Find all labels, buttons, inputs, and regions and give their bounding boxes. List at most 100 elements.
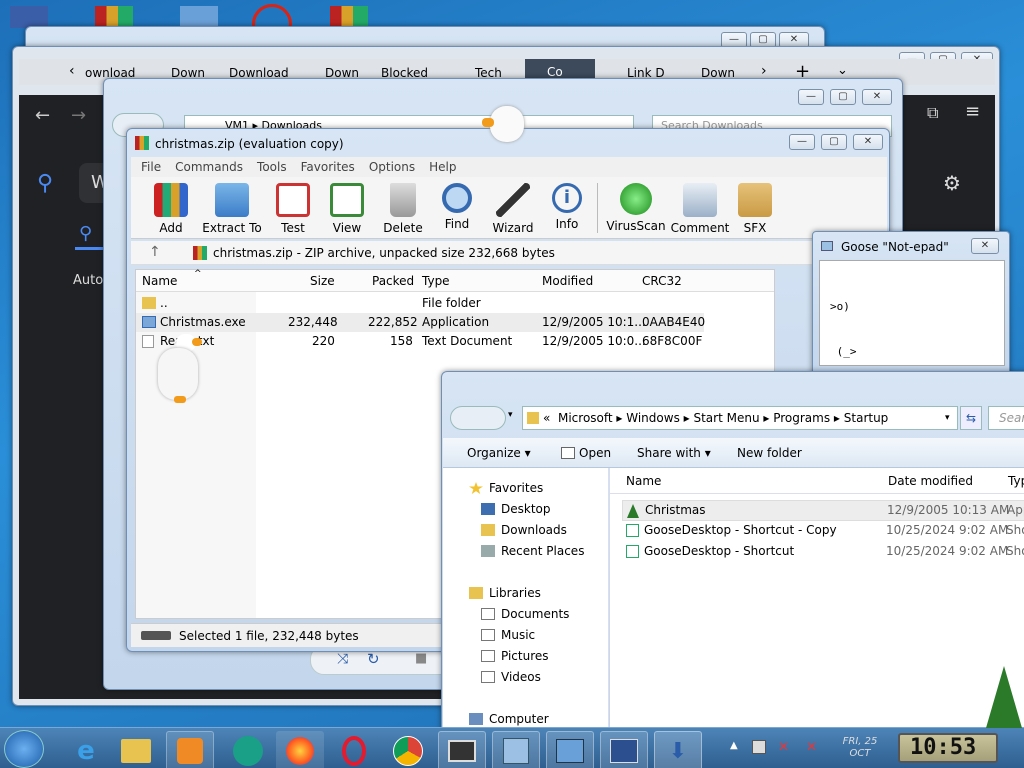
nav-downloads[interactable]: Downloads (481, 520, 567, 541)
search-icon[interactable]: ⚲ (37, 171, 53, 196)
tray-volume-muted-icon[interactable]: ✕ (778, 740, 789, 755)
settings-gear-icon[interactable]: ⚙ (943, 171, 961, 195)
search-tab-icon[interactable]: ⚲ (79, 223, 92, 244)
col-name[interactable]: Name (142, 270, 177, 292)
col-type[interactable]: Typ (1008, 468, 1024, 494)
nav-recent-places[interactable]: Recent Places (481, 541, 584, 562)
taskbar-app-teal[interactable] (224, 731, 272, 768)
address-dropdown-icon[interactable]: ▾ (945, 407, 950, 429)
col-size[interactable]: Size (310, 270, 335, 292)
organize-button[interactable]: Organize ▾ (467, 438, 531, 468)
tray-expand-icon[interactable]: ▲ (730, 740, 738, 751)
file-row-goose-shortcut-copy[interactable]: GooseDesktop - Shortcut - Copy 10/25/202… (622, 521, 1024, 542)
breadcrumb-bar[interactable]: « Microsoft ▸ Windows ▸ Start Menu ▸ Pro… (522, 406, 958, 430)
col-name[interactable]: Name (626, 468, 661, 494)
close-button[interactable]: ✕ (971, 238, 999, 254)
nav-favorites[interactable]: Favorites (469, 478, 543, 499)
menu-help[interactable]: Help (429, 160, 456, 174)
forward-icon[interactable]: → (71, 105, 86, 126)
recent-dropdown-icon[interactable]: ▾ (508, 410, 513, 420)
menu-favorites[interactable]: Favorites (301, 160, 355, 174)
tab-scroll-right-icon[interactable]: › (761, 63, 767, 79)
wizard-button[interactable]: Wizard (483, 183, 543, 235)
taskbar-tv-app[interactable] (438, 731, 486, 768)
col-modified[interactable]: Modified (542, 270, 593, 292)
taskbar-ie[interactable]: e (62, 731, 110, 768)
taskbar-firefox[interactable] (276, 731, 324, 768)
taskbar-opera[interactable] (330, 731, 378, 768)
taskbar-media-player[interactable] (166, 731, 214, 768)
nav-pictures[interactable]: Pictures (481, 646, 549, 667)
breadcrumb-startup[interactable]: Startup (844, 411, 889, 425)
tab-scroll-left-icon[interactable]: ‹ (69, 63, 75, 79)
test-button[interactable]: Test (263, 183, 323, 235)
shuffle-icon[interactable]: ⤨ (337, 651, 348, 667)
menu-commands[interactable]: Commands (175, 160, 243, 174)
stop-icon[interactable]: ■ (415, 651, 427, 666)
open-button[interactable]: Open (579, 438, 611, 468)
nav-desktop[interactable]: Desktop (481, 499, 551, 520)
menu-options[interactable]: Options (369, 160, 415, 174)
file-row-readme-txt[interactable]: Read .txt 220 158 Text Document 12/9/200… (136, 332, 774, 351)
taskbar-chrome[interactable] (384, 731, 432, 768)
taskbar-network-app[interactable] (492, 731, 540, 768)
menu-file[interactable]: File (141, 160, 161, 174)
minimize-button[interactable]: — (789, 134, 815, 150)
extensions-icon[interactable]: ⧉ (927, 103, 938, 123)
nav-videos[interactable]: Videos (481, 667, 541, 688)
start-button[interactable] (4, 730, 44, 768)
nav-music[interactable]: Music (481, 625, 535, 646)
taskbar-installer[interactable]: ⬇ (654, 731, 702, 768)
taskbar-control-panel[interactable] (546, 731, 594, 768)
col-crc[interactable]: CRC32 (642, 270, 682, 292)
nav-libraries[interactable]: Libraries (469, 583, 541, 604)
virusscan-button[interactable]: VirusScan (601, 183, 671, 233)
file-row-parent[interactable]: .. File folder (136, 294, 774, 313)
breadcrumb-overflow[interactable]: « (543, 411, 550, 425)
close-button[interactable]: ✕ (862, 89, 892, 105)
sfx-button[interactable]: SFX (725, 183, 785, 235)
tray-flag-icon[interactable]: ✕ (806, 740, 817, 755)
desktop-icon-winrar-2[interactable] (330, 6, 368, 28)
col-date-modified[interactable]: Date modified (888, 468, 973, 494)
tab-list-icon[interactable]: ⌄ (837, 63, 848, 78)
menu-tools[interactable]: Tools (257, 160, 287, 174)
share-with-button[interactable]: Share with ▾ (637, 438, 711, 468)
new-folder-button[interactable]: New folder (737, 438, 802, 468)
nav-back-forward[interactable] (450, 406, 506, 430)
close-button[interactable]: ✕ (853, 134, 883, 150)
file-row-christmas-exe[interactable]: Christmas.exe 232,448 222,852 Applicatio… (136, 313, 705, 332)
search-input[interactable]: Search (988, 406, 1024, 430)
nav-documents[interactable]: Documents (481, 604, 569, 625)
col-packed[interactable]: Packed (372, 270, 414, 292)
goose-peek[interactable] (482, 104, 528, 148)
goose-sprite[interactable] (158, 334, 202, 404)
notepad-text-area[interactable]: >o) (_> (819, 260, 1005, 366)
col-type[interactable]: Type (422, 270, 450, 292)
taskbar-sysinfo[interactable] (600, 731, 648, 768)
menu-icon[interactable]: ≡ (965, 101, 980, 122)
breadcrumb-microsoft[interactable]: Microsoft (558, 411, 613, 425)
tray-network-icon[interactable] (752, 740, 766, 754)
breadcrumb-windows[interactable]: Windows (626, 411, 680, 425)
info-button[interactable]: i Info (537, 183, 597, 231)
refresh-icon[interactable]: ↻ (367, 650, 380, 668)
desktop-icon-winrar[interactable] (95, 6, 133, 28)
extract-to-button[interactable]: Extract To (197, 183, 267, 235)
delete-button[interactable]: Delete (373, 183, 433, 235)
minimize-button[interactable]: — (798, 89, 824, 105)
clock-time[interactable]: 10:53 AM (898, 733, 998, 763)
maximize-button[interactable]: ▢ (830, 89, 856, 105)
file-row-christmas[interactable]: Christmas 12/9/2005 10:13 AM App (622, 500, 1024, 521)
maximize-button[interactable]: ▢ (821, 134, 847, 150)
up-folder-icon[interactable]: ↑ (149, 244, 161, 260)
clock-date[interactable]: FRI, 25 OCT (830, 736, 890, 760)
add-button[interactable]: Add (141, 183, 201, 235)
desktop-icon-settings[interactable] (180, 6, 218, 28)
find-button[interactable]: Find (427, 183, 487, 231)
desktop-icon-file[interactable] (10, 6, 48, 28)
breadcrumb-start-menu[interactable]: Start Menu (693, 411, 759, 425)
file-row-goose-shortcut[interactable]: GooseDesktop - Shortcut 10/25/2024 9:02 … (622, 542, 1024, 563)
breadcrumb-programs[interactable]: Programs (773, 411, 830, 425)
back-icon[interactable]: ← (35, 105, 50, 126)
